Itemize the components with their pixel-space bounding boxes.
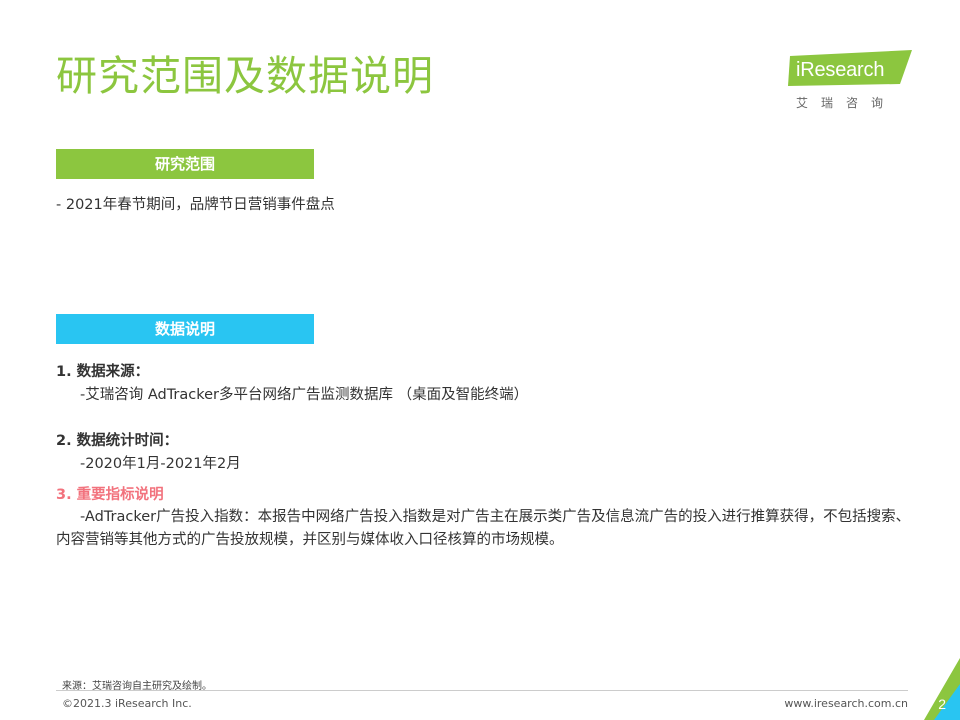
logo-text: iResearch xyxy=(796,59,885,81)
data-source-body: -艾瑞咨询 AdTracker多平台网络广告监测数据库 （桌面及智能终端） xyxy=(80,387,529,403)
scope-line: - 2021年春节期间，品牌节日营销事件盘点 xyxy=(56,197,335,213)
iresearch-logo: iResearch 艾瑞咨询 xyxy=(788,50,918,112)
website-link[interactable]: www.iresearch.com.cn xyxy=(784,697,908,710)
logo-subtitle: 艾瑞咨询 xyxy=(796,96,897,110)
copyright: ©2021.3 iResearch Inc. xyxy=(62,697,192,710)
data-notes-heading-bar: 数据说明 xyxy=(56,314,314,344)
data-period-body: -2020年1月-2021年2月 xyxy=(80,456,241,472)
indicator-heading: 3. 重要指标说明 xyxy=(56,487,164,503)
footer-divider xyxy=(56,690,908,691)
page-number: 2 xyxy=(938,696,946,712)
data-source-heading: 1. 数据来源： xyxy=(56,364,150,380)
page-title: 研究范围及数据说明 xyxy=(56,52,434,100)
data-period-heading: 2. 数据统计时间： xyxy=(56,433,179,449)
indicator-description: -AdTracker广告投入指数：本报告中网络广告投入指数是对广告主在展示类广告… xyxy=(56,509,911,548)
scope-heading-bar: 研究范围 xyxy=(56,149,314,179)
